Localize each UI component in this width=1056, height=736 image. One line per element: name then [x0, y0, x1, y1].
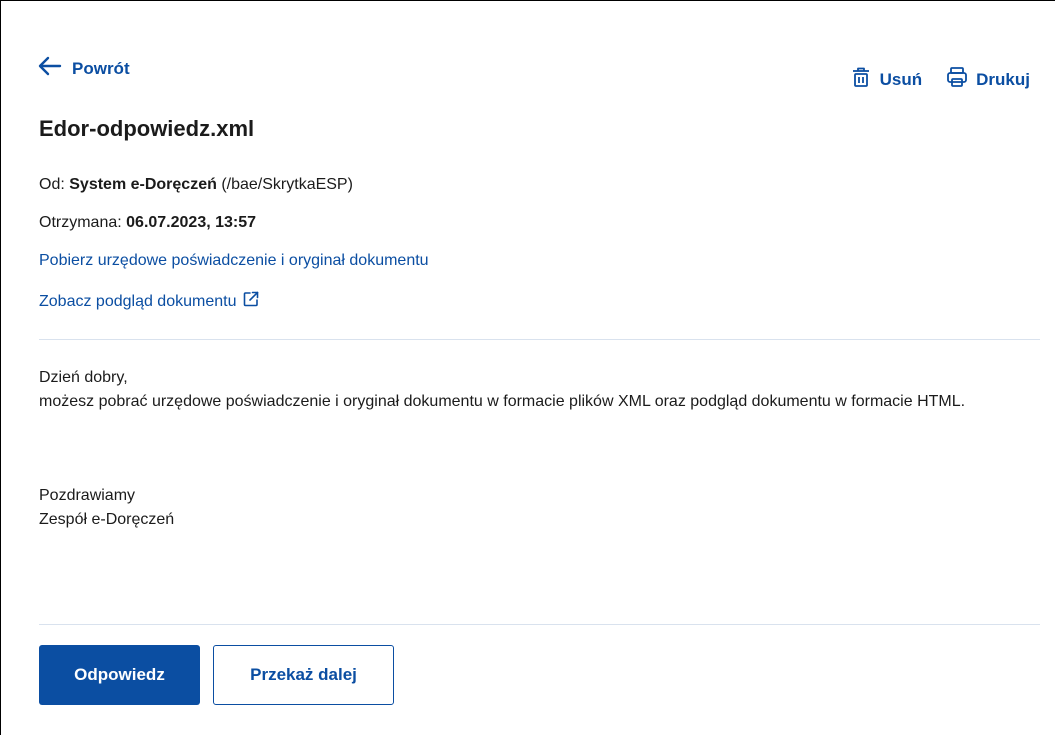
print-label: Drukuj	[976, 69, 1030, 89]
preview-document-link[interactable]: Zobacz podgląd dokumentu	[39, 290, 260, 313]
arrow-left-icon	[38, 56, 62, 81]
download-certificate-link[interactable]: Pobierz urzędowe poświadczenie i orygina…	[39, 252, 429, 270]
sender-label: Od:	[39, 176, 65, 193]
back-link[interactable]: Powrót	[38, 56, 130, 81]
print-button[interactable]: Drukuj	[946, 66, 1030, 93]
footer-divider	[39, 624, 1040, 625]
back-link-label: Powrót	[72, 58, 130, 78]
download-link-label: Pobierz urzędowe poświadczenie i orygina…	[39, 252, 429, 269]
greeting: Dzień dobry,	[39, 369, 128, 386]
received-line: Otrzymana: 06.07.2023, 13:57	[39, 214, 256, 232]
sender-address: (/bae/SkrytkaESP)	[221, 176, 353, 193]
received-date: 06.07.2023, 13:57	[126, 214, 257, 231]
preview-link-label: Zobacz podgląd dokumentu	[39, 292, 237, 310]
received-label: Otrzymana:	[39, 214, 122, 231]
divider	[39, 339, 1040, 340]
delete-label: Usuń	[879, 69, 923, 89]
reply-button[interactable]: Odpowiedz	[39, 645, 200, 705]
trash-icon	[850, 66, 872, 93]
closing: Pozdrawiamy	[39, 487, 136, 504]
message-body: Dzień dobry, możesz pobrać urzędowe pośw…	[39, 366, 1029, 414]
printer-icon	[946, 66, 968, 93]
message-title: Edor-odpowiedz.xml	[39, 116, 255, 141]
signature: Zespół e-Doręczeń	[39, 511, 175, 528]
message-signoff: Pozdrawiamy Zespół e-Doręczeń	[39, 484, 174, 532]
sender-line: Od: System e-Doręczeń (/bae/SkrytkaESP)	[39, 176, 353, 194]
sender-name: System e-Doręczeń	[69, 176, 217, 193]
forward-button[interactable]: Przekaż dalej	[213, 645, 394, 705]
delete-button[interactable]: Usuń	[850, 66, 923, 93]
body-paragraph: możesz pobrać urzędowe poświadczenie i o…	[39, 393, 966, 410]
message-actions: Usuń Drukuj	[850, 66, 1030, 93]
external-link-icon	[242, 290, 260, 313]
